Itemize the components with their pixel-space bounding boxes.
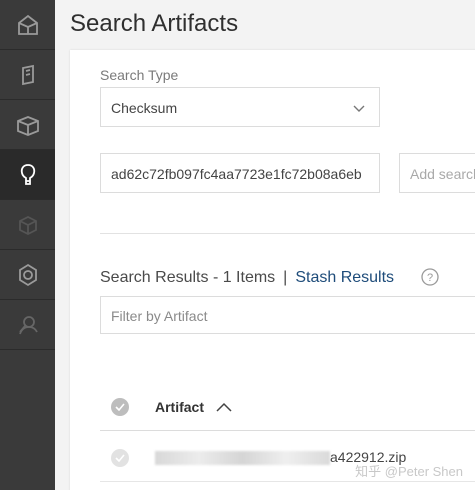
results-separator: | bbox=[283, 269, 288, 286]
sidebar-item-search[interactable] bbox=[0, 150, 55, 200]
add-search-input[interactable]: Add search bbox=[399, 153, 475, 193]
package-icon bbox=[16, 115, 39, 136]
filter-artifact-input[interactable]: Filter by Artifact bbox=[100, 296, 475, 334]
results-title: Search Results - 1 Items bbox=[100, 269, 276, 286]
results-header: Search Results - 1 Items | Stash Results bbox=[100, 269, 394, 287]
sort-ascending-icon[interactable] bbox=[216, 402, 232, 412]
sidebar-item-user[interactable] bbox=[0, 300, 55, 350]
search-type-select[interactable]: Checksum bbox=[100, 87, 380, 127]
filter-placeholder: Filter by Artifact bbox=[111, 308, 208, 324]
svg-text:?: ? bbox=[427, 272, 433, 284]
search-type-value: Checksum bbox=[111, 100, 178, 116]
add-search-placeholder: Add search bbox=[410, 166, 475, 182]
sidebar-item-packages[interactable] bbox=[0, 100, 55, 150]
select-all-checkbox[interactable] bbox=[111, 398, 129, 416]
stash-results-link[interactable]: Stash Results bbox=[295, 269, 394, 286]
check-icon bbox=[115, 454, 125, 462]
column-header-artifact[interactable]: Artifact bbox=[155, 399, 204, 415]
checksum-value: ad62c72fb097fc4aa7723e1fc72b08a6eb bbox=[111, 166, 362, 182]
search-type-label: Search Type bbox=[100, 67, 179, 83]
sidebar-item-distribution[interactable] bbox=[0, 200, 55, 250]
table-header: Artifact bbox=[100, 383, 475, 431]
home-icon bbox=[17, 14, 38, 35]
watermark: 知乎 @Peter Shen bbox=[355, 464, 463, 479]
sidebar bbox=[0, 0, 55, 490]
sidebar-item-artifacts[interactable] bbox=[0, 50, 55, 100]
row-checkbox[interactable] bbox=[111, 449, 129, 467]
artifacts-icon bbox=[21, 64, 34, 85]
chevron-down-icon bbox=[353, 105, 365, 112]
check-icon bbox=[115, 403, 125, 411]
sidebar-item-home[interactable] bbox=[0, 0, 55, 50]
help-icon[interactable]: ? bbox=[421, 268, 439, 286]
user-icon bbox=[18, 315, 38, 334]
section-divider bbox=[100, 233, 475, 234]
redacted-artifact-name bbox=[155, 451, 330, 465]
distribution-icon bbox=[18, 215, 37, 235]
admin-icon bbox=[18, 263, 37, 286]
sidebar-item-admin[interactable] bbox=[0, 250, 55, 300]
checksum-input[interactable]: ad62c72fb097fc4aa7723e1fc72b08a6eb bbox=[100, 153, 380, 193]
page-title: Search Artifacts bbox=[70, 10, 239, 37]
search-artifacts-icon bbox=[20, 163, 35, 185]
